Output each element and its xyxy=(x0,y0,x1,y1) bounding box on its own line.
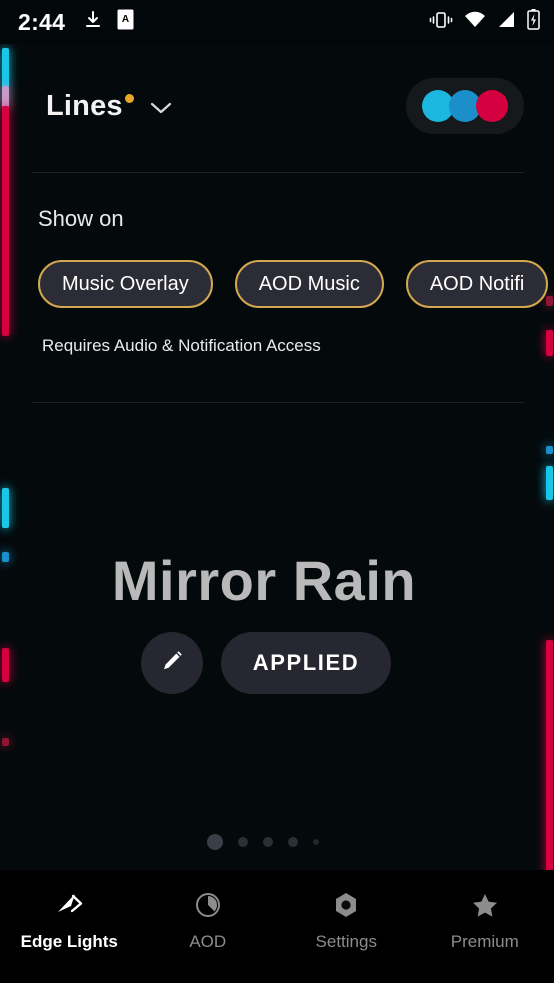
page-dot-4[interactable] xyxy=(288,837,298,847)
aod-clock-icon xyxy=(193,888,223,922)
nav-item-settings[interactable]: Settings xyxy=(277,888,416,952)
page-dot-1[interactable] xyxy=(207,834,223,850)
page-dot-5[interactable] xyxy=(313,839,319,845)
nav-item-edge-lights[interactable]: Edge Lights xyxy=(0,888,139,952)
nav-label: AOD xyxy=(189,932,227,951)
preview-title: Mirror Rain xyxy=(111,549,417,612)
show-on-chip-row: Music Overlay AOD Music AOD Notifi xyxy=(0,260,554,308)
show-on-section: Show on Music Overlay AOD Music AOD Noti… xyxy=(0,206,554,356)
page-indicator xyxy=(0,834,554,850)
svg-text:A: A xyxy=(122,14,129,25)
applied-label: APPLIED xyxy=(252,650,360,675)
app-badge-a-icon: A xyxy=(117,9,134,35)
nav-label: Premium xyxy=(450,932,519,951)
preview-actions: APPLIED xyxy=(0,632,554,694)
bottom-navigation: Edge Lights AOD Settings Premium xyxy=(0,870,554,983)
preview-area: Mirror Rain APPLIED xyxy=(0,420,554,870)
nav-label: Settings xyxy=(315,932,377,951)
status-clock: 2:44 xyxy=(18,8,66,35)
divider-bottom xyxy=(32,402,524,403)
chip-music-overlay[interactable]: Music Overlay xyxy=(38,260,213,308)
vibrate-icon xyxy=(429,10,453,35)
settings-hex-icon xyxy=(331,888,361,922)
nav-label: Edge Lights xyxy=(20,932,118,951)
chip-label: Music Overlay xyxy=(62,272,189,295)
signal-icon xyxy=(497,11,516,34)
chip-label: AOD Notifi xyxy=(429,272,525,295)
status-right-icons xyxy=(429,9,540,35)
color-swatch-button[interactable] xyxy=(406,78,524,134)
header: Lines xyxy=(0,60,554,152)
preset-selector[interactable]: Lines xyxy=(46,89,172,122)
chevron-down-icon[interactable] xyxy=(150,102,172,120)
status-bar: 2:44 A xyxy=(0,0,554,44)
chip-label: AOD Music xyxy=(258,272,360,295)
nav-item-aod[interactable]: AOD xyxy=(139,888,278,952)
wifi-icon xyxy=(464,11,486,34)
divider-top xyxy=(32,172,524,173)
preset-name: Lines xyxy=(46,89,123,122)
chip-aod-music[interactable]: AOD Music xyxy=(234,260,384,308)
page-dot-3[interactable] xyxy=(263,837,273,847)
battery-charging-icon xyxy=(527,9,540,35)
chip-aod-notification[interactable]: AOD Notifi xyxy=(405,260,549,308)
status-left-icons: A xyxy=(83,9,134,35)
swatch-dot-3 xyxy=(476,90,508,122)
star-icon xyxy=(470,888,500,922)
download-icon xyxy=(83,10,103,35)
page-dot-2[interactable] xyxy=(238,837,248,847)
applied-button[interactable]: APPLIED xyxy=(220,632,392,694)
pencil-icon xyxy=(158,647,186,680)
new-badge-dot-icon xyxy=(124,93,134,103)
edge-lights-icon xyxy=(53,888,85,922)
show-on-hint: Requires Audio & Notification Access xyxy=(42,336,321,355)
show-on-label: Show on xyxy=(38,206,124,231)
phone-screen: 2:44 A Lines Show on Music Overlay AOD M… xyxy=(0,0,554,983)
nav-item-premium[interactable]: Premium xyxy=(416,888,554,952)
edit-button[interactable] xyxy=(140,632,203,694)
